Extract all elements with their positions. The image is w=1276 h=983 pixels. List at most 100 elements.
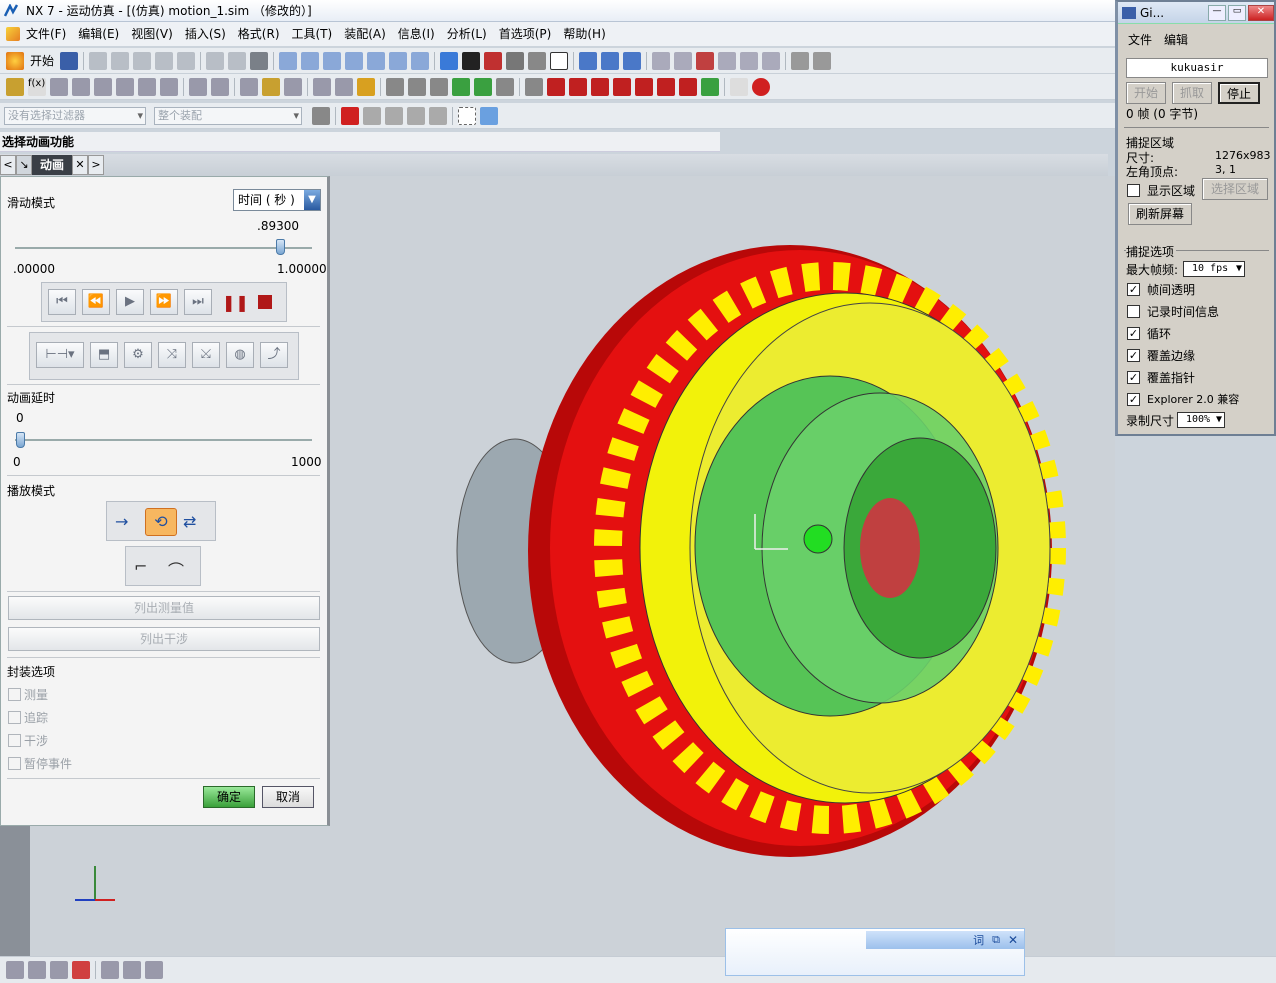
tool4-icon[interactable]: ⤨ — [158, 342, 186, 368]
orient-icon[interactable] — [579, 51, 598, 70]
menu-edit[interactable]: 编辑(E) — [72, 24, 125, 44]
zoom-icon[interactable] — [323, 51, 342, 70]
layer-icon[interactable] — [528, 51, 547, 70]
close-icon[interactable]: ✕ — [72, 155, 89, 175]
undo-icon[interactable] — [177, 51, 196, 70]
anim-rewind-icon[interactable] — [547, 77, 565, 96]
cut-icon[interactable] — [89, 51, 108, 70]
trace-checkbox[interactable]: 追踪 — [8, 709, 48, 726]
tab-prev-button[interactable]: < — [0, 155, 16, 175]
bottom-tool4-icon[interactable] — [72, 961, 90, 979]
snap3-icon[interactable] — [385, 106, 403, 125]
interference-checkbox[interactable]: 干涉 — [8, 732, 48, 749]
menu-view[interactable]: 视图(V) — [125, 24, 179, 44]
ping-pong-icon[interactable]: ⇄ — [183, 512, 196, 531]
assembly-scope-combo[interactable]: 整个装配 — [154, 106, 302, 125]
time-slider-thumb[interactable] — [276, 239, 286, 255]
select2-icon[interactable] — [674, 51, 693, 70]
gear-icon[interactable] — [116, 77, 134, 96]
anim-end-icon[interactable] — [635, 77, 653, 96]
snap4-icon[interactable] — [407, 106, 425, 125]
menu-file[interactable]: 文件(F) — [4, 24, 72, 44]
select5-icon[interactable] — [740, 51, 759, 70]
measure-checkbox[interactable]: 测量 — [8, 686, 48, 703]
capture-grab-button[interactable]: 抓取 — [1172, 82, 1212, 104]
select6-icon[interactable] — [762, 51, 781, 70]
capture-menu-edit[interactable]: 编辑 — [1164, 31, 1188, 48]
sensor-icon[interactable] — [211, 77, 229, 96]
spring-icon[interactable] — [94, 77, 112, 96]
close-window-icon[interactable]: ✕ — [1248, 4, 1274, 21]
bottom-tool5-icon[interactable] — [101, 961, 119, 979]
forward-to-end-icon[interactable]: ⏭ — [184, 289, 212, 315]
bottom-tool6-icon[interactable] — [123, 961, 141, 979]
binoculars-icon[interactable] — [250, 51, 269, 70]
shaded-cube-icon[interactable] — [440, 51, 459, 70]
export-icon[interactable] — [730, 77, 748, 96]
capture-menu-file[interactable]: 文件 — [1128, 31, 1152, 48]
gear-model[interactable] — [330, 176, 1115, 956]
box-select-icon[interactable] — [458, 106, 476, 125]
tab-animation[interactable]: 动画 — [32, 155, 73, 175]
start-icon[interactable] — [6, 51, 24, 70]
menu-assembly[interactable]: 装配(A) — [338, 24, 392, 44]
loop-icon[interactable]: ⟲ — [145, 508, 177, 536]
force-icon[interactable] — [138, 77, 156, 96]
option-checkbox-0[interactable]: ✓ 帧间透明 — [1127, 281, 1195, 298]
cut2-icon[interactable] — [206, 51, 225, 70]
menu-preferences[interactable]: 首选项(P) — [493, 24, 558, 44]
bottom-tool7-icon[interactable] — [145, 961, 163, 979]
step-forward-icon[interactable]: ⏩ — [150, 289, 178, 315]
pan-icon[interactable] — [389, 51, 408, 70]
menu-help[interactable]: 帮助(H) — [557, 24, 611, 44]
anim-play-icon[interactable] — [591, 77, 609, 96]
pin-icon[interactable]: ↘ — [16, 155, 32, 175]
cancel-button[interactable]: 取消 — [262, 786, 314, 808]
anim-halt-icon[interactable] — [679, 77, 697, 96]
motion-nav-icon[interactable] — [6, 77, 24, 96]
ok-button[interactable]: 确定 — [203, 786, 255, 808]
hex-icon[interactable] — [506, 51, 525, 70]
bottom-tool2-icon[interactable] — [28, 961, 46, 979]
measure-icon[interactable] — [791, 51, 810, 70]
close-icon[interactable]: ✕ — [1008, 933, 1018, 947]
refresh-screen-button[interactable]: 刷新屏幕 — [1128, 203, 1192, 225]
play-once-icon[interactable]: → — [115, 512, 128, 531]
filter-icon[interactable] — [701, 77, 719, 96]
menu-info[interactable]: 信息(I) — [392, 24, 441, 44]
fit-icon[interactable] — [279, 51, 298, 70]
rewind-to-start-icon[interactable]: ⏮ — [48, 289, 76, 315]
tool6-icon[interactable]: ◍ — [226, 342, 254, 368]
minimize-icon[interactable]: — — [1208, 4, 1226, 21]
menu-analysis[interactable]: 分析(L) — [441, 24, 493, 44]
perspective-icon[interactable] — [411, 51, 430, 70]
option-checkbox-1[interactable]: 记录时间信息 — [1127, 303, 1219, 320]
solution-icon[interactable] — [335, 77, 353, 96]
capture-start-button[interactable]: 开始 — [1126, 82, 1166, 104]
time-slider-track[interactable] — [15, 247, 312, 249]
select-region-button[interactable]: 选择区域 — [1202, 178, 1268, 200]
selection-options-icon[interactable] — [312, 106, 330, 125]
rotate-icon[interactable] — [367, 51, 386, 70]
snap5-icon[interactable] — [429, 106, 447, 125]
menu-format[interactable]: 格式(R) — [232, 24, 286, 44]
option-checkbox-3[interactable]: ✓ 覆盖边缘 — [1127, 347, 1195, 364]
link-icon[interactable] — [50, 77, 68, 96]
snapshot-icon[interactable]: ⊢⊣▾ — [36, 342, 84, 368]
grid2-icon[interactable] — [408, 77, 426, 96]
snap2-icon[interactable] — [363, 106, 381, 125]
stop-icon[interactable] — [258, 295, 272, 309]
arrow-left-icon[interactable] — [452, 77, 470, 96]
delay-slider-thumb[interactable] — [16, 432, 25, 448]
cube-select-icon[interactable] — [480, 106, 498, 125]
bottom-tool3-icon[interactable] — [50, 961, 68, 979]
list-interference-button[interactable]: 列出干涉 — [8, 627, 320, 651]
solver-icon[interactable] — [313, 77, 331, 96]
delete-icon[interactable] — [155, 51, 174, 70]
paste-icon[interactable] — [133, 51, 152, 70]
wcs-icon[interactable] — [601, 51, 620, 70]
tool7-icon[interactable]: ⤴ — [260, 342, 288, 368]
arrow-right-icon[interactable] — [474, 77, 492, 96]
pause-event-checkbox[interactable]: 暂停事件 — [8, 755, 72, 772]
anim-stop-icon[interactable] — [525, 77, 543, 96]
